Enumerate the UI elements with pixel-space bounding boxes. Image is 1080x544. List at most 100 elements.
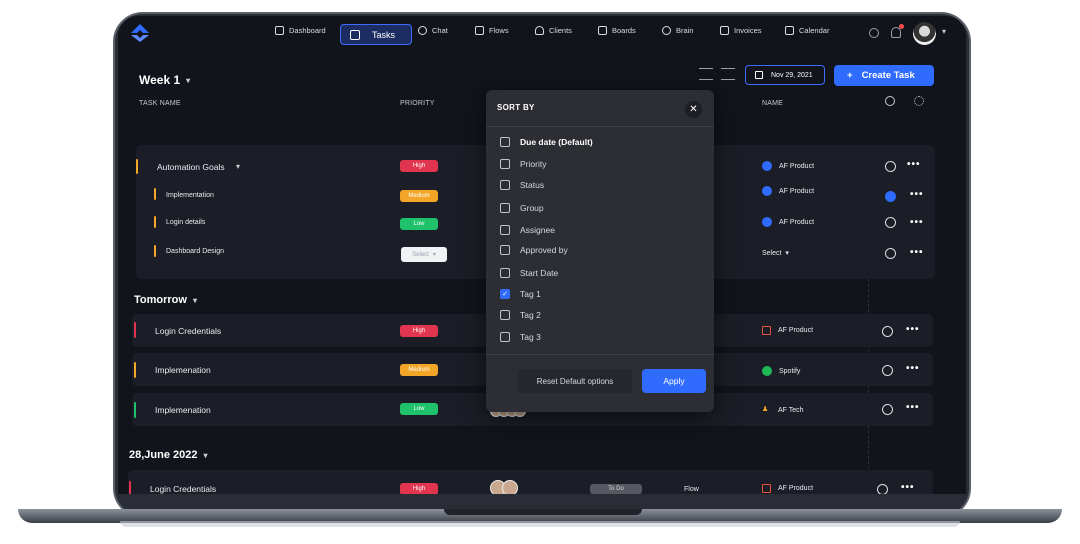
chevron-down-icon[interactable]: ▾ (236, 162, 240, 171)
product-icon (762, 186, 772, 196)
status-pill[interactable]: To Do (590, 484, 642, 494)
checkbox-checked[interactable]: ✓ (500, 289, 510, 299)
nav-flows[interactable]: Flows (475, 26, 509, 35)
complete-toggle[interactable] (882, 404, 893, 415)
priority-badge[interactable]: High (400, 160, 438, 172)
date-picker[interactable]: Nov 29, 2021 (745, 65, 825, 85)
group-title-tomorrow[interactable]: Tomorrow ▾ (134, 294, 197, 306)
priority-bar (154, 188, 156, 200)
group-title-june[interactable]: 28,June 2022 ▾ (129, 449, 208, 461)
sort-option-tag-1[interactable]: ✓ Tag 1 (500, 289, 541, 299)
more-options-icon[interactable]: ••• (906, 363, 920, 374)
more-options-icon[interactable]: ••• (906, 402, 920, 413)
search-icon[interactable] (869, 28, 879, 38)
more-options-icon[interactable]: ••• (910, 217, 924, 228)
complete-toggle[interactable] (885, 217, 896, 228)
chevron-down-icon: ▾ (203, 450, 208, 460)
subtask-name[interactable]: Implementation (166, 192, 214, 199)
nav-clients[interactable]: Clients (535, 26, 572, 35)
app-logo[interactable] (130, 23, 150, 43)
more-options-icon[interactable]: ••• (907, 159, 921, 170)
assignee-avatars[interactable] (490, 480, 518, 494)
priority-badge[interactable]: High (400, 325, 438, 337)
priority-bar (134, 402, 136, 418)
more-options-icon[interactable]: ••• (906, 324, 920, 335)
sort-option-group[interactable]: Group (500, 203, 544, 213)
clients-icon (535, 26, 544, 35)
subtask-name[interactable]: Login details (166, 219, 205, 226)
checkbox[interactable] (500, 225, 510, 235)
complete-toggle[interactable] (882, 365, 893, 376)
nav-calendar[interactable]: Calendar (785, 26, 829, 35)
tasks-icon (350, 29, 360, 40)
chevron-down-icon: ▾ (192, 295, 197, 305)
product-select[interactable]: Select ▾ (762, 249, 789, 257)
nav-chat[interactable]: Chat (418, 26, 448, 35)
group-title-week[interactable]: Week 1 ▾ (139, 73, 190, 87)
brain-icon (662, 26, 671, 35)
close-icon[interactable]: ✕ (685, 101, 702, 118)
checkbox[interactable] (500, 180, 510, 190)
product-label: AF Product (779, 188, 815, 195)
checkbox[interactable] (500, 137, 510, 147)
checkbox[interactable] (500, 332, 510, 342)
priority-badge[interactable]: Medium (400, 364, 438, 376)
column-header-task-name: TASK NAME (139, 100, 181, 107)
complete-toggle[interactable] (885, 191, 896, 202)
sort-option-tag-3[interactable]: Tag 3 (500, 332, 541, 342)
sort-option-assignee[interactable]: Assignee (500, 225, 555, 235)
sort-icon[interactable] (699, 68, 713, 80)
task-name[interactable]: Login Credentials (155, 326, 221, 336)
nav-brain[interactable]: Brain (662, 26, 694, 35)
avatar[interactable] (913, 22, 936, 45)
nav-invoices[interactable]: Invoices (720, 26, 762, 35)
priority-select[interactable]: Select ▾ (401, 247, 447, 262)
apply-button[interactable]: Apply (642, 369, 706, 393)
priority-bar (154, 245, 156, 257)
product-icon (762, 484, 771, 493)
checkbox[interactable] (500, 310, 510, 320)
priority-badge[interactable]: Medium (400, 190, 438, 202)
checkbox[interactable] (500, 245, 510, 255)
checkbox[interactable] (500, 203, 510, 213)
priority-badge[interactable]: Low (400, 218, 438, 230)
priority-badge[interactable]: High (400, 483, 438, 494)
sort-by-modal: SORT BY ✕ Due date (Default) Priority St… (486, 90, 714, 412)
more-options-icon[interactable]: ••• (910, 247, 924, 258)
product-label: AF Product (779, 219, 815, 226)
priority-badge[interactable]: Low (400, 403, 438, 415)
nav-boards[interactable]: Boards (598, 26, 636, 35)
create-task-button[interactable]: + Create Task (834, 65, 934, 86)
more-options-icon[interactable]: ••• (910, 189, 924, 200)
checkbox[interactable] (500, 159, 510, 169)
sort-option-priority[interactable]: Priority (500, 159, 546, 169)
nav-tasks[interactable]: Tasks (340, 24, 412, 45)
sort-option-approved-by[interactable]: Approved by (500, 245, 568, 255)
sort-option-status[interactable]: Status (500, 180, 544, 190)
more-options-icon[interactable]: ••• (901, 482, 915, 493)
task-name[interactable]: Implemenation (155, 405, 211, 415)
checkbox[interactable] (500, 268, 510, 278)
task-name[interactable]: Login Credentials (150, 484, 216, 494)
sort-option-start-date[interactable]: Start Date (500, 268, 558, 278)
subtask-name[interactable]: Dashboard Design (166, 248, 224, 255)
nav-dashboard[interactable]: Dashboard (275, 26, 326, 35)
check-circle-icon[interactable] (885, 96, 895, 106)
complete-toggle[interactable] (885, 248, 896, 259)
spotify-icon (762, 366, 772, 376)
complete-toggle[interactable] (885, 161, 896, 172)
task-name-parent[interactable]: Automation Goals (157, 162, 225, 172)
chevron-down-icon[interactable]: ▾ (942, 27, 946, 36)
gear-icon[interactable] (914, 96, 924, 106)
complete-toggle[interactable] (877, 484, 888, 494)
flow-label: Flow (684, 486, 699, 493)
sort-option-tag-2[interactable]: Tag 2 (500, 310, 541, 320)
complete-toggle[interactable] (882, 326, 893, 337)
task-name[interactable]: Implemenation (155, 365, 211, 375)
filter-icon[interactable] (721, 68, 735, 80)
reset-default-button[interactable]: Reset Default options (518, 369, 632, 393)
sort-option-due-date[interactable]: Due date (Default) (500, 137, 593, 147)
client-label: Spotify (779, 368, 801, 375)
boards-icon (598, 26, 607, 35)
modal-title: SORT BY (497, 103, 535, 112)
